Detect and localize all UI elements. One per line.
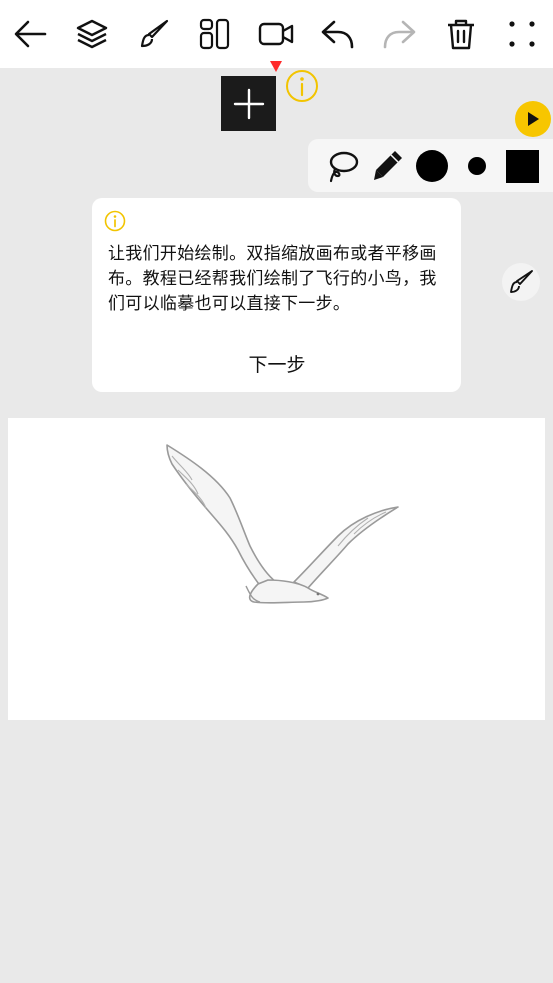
- tutorial-dialog: 让我们开始绘制。双指缩放画布或者平移画布。教程已经帮我们绘制了飞行的小鸟，我们可…: [92, 198, 461, 392]
- lasso-icon[interactable]: [321, 145, 363, 187]
- trash-icon[interactable]: [441, 12, 481, 56]
- undo-icon[interactable]: [318, 12, 358, 56]
- tutorial-message: 让我们开始绘制。双指缩放画布或者平移画布。教程已经帮我们绘制了飞行的小鸟，我们可…: [108, 244, 437, 314]
- play-button[interactable]: [515, 101, 551, 137]
- layout-icon[interactable]: [195, 12, 235, 56]
- color-square-icon[interactable]: [501, 145, 543, 187]
- next-step-button[interactable]: 下一步: [222, 350, 332, 380]
- layers-icon[interactable]: [72, 12, 112, 56]
- top-toolbar: [0, 0, 553, 68]
- video-icon[interactable]: [256, 12, 296, 56]
- info-icon[interactable]: [285, 69, 319, 103]
- more-icon[interactable]: [502, 12, 542, 56]
- drawing-canvas[interactable]: [8, 418, 545, 720]
- play-icon: [528, 112, 539, 126]
- pencil-icon[interactable]: [367, 145, 409, 187]
- tool-panel: [308, 139, 553, 192]
- small-dot-icon[interactable]: [456, 145, 498, 187]
- plus-icon: [233, 88, 264, 119]
- brush-settings-button[interactable]: [502, 263, 540, 301]
- brush-icon: [510, 270, 533, 293]
- brush-icon[interactable]: [134, 12, 174, 56]
- large-dot-icon[interactable]: [411, 145, 453, 187]
- add-button[interactable]: [221, 76, 276, 131]
- position-marker: [270, 61, 282, 72]
- reference-bird-image: [166, 444, 399, 604]
- back-arrow-icon[interactable]: [10, 12, 50, 56]
- info-icon: [104, 210, 126, 232]
- redo-icon[interactable]: [379, 12, 419, 56]
